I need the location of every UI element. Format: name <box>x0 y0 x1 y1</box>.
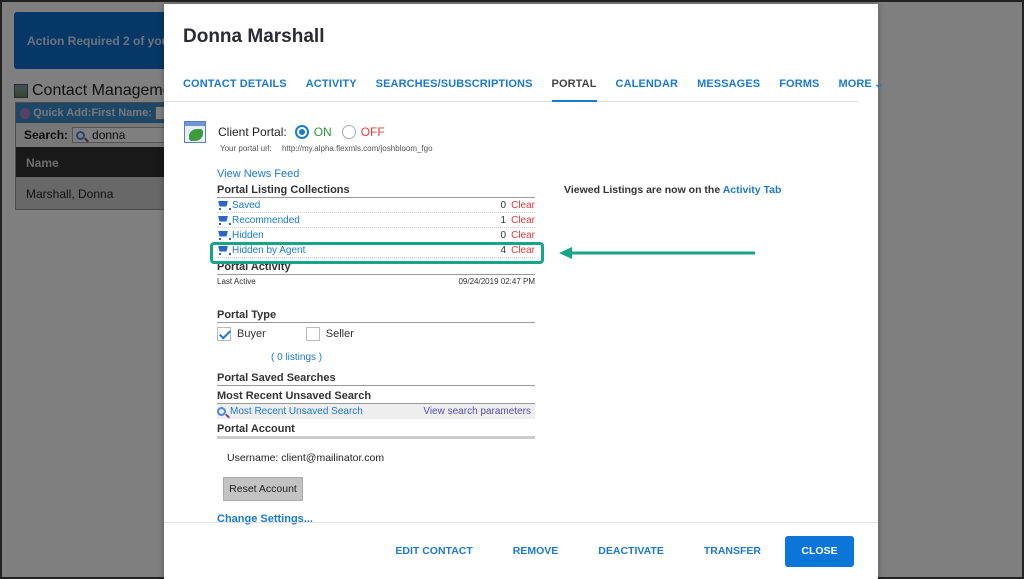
username-label: Username: <box>227 452 279 464</box>
portal-on-radio[interactable] <box>294 125 309 139</box>
view-news-feed-link[interactable]: View News Feed <box>217 168 535 180</box>
reset-account-button[interactable]: Reset Account <box>223 477 303 501</box>
modal-title: Donna Marshall <box>183 26 325 47</box>
buyer-checkbox[interactable] <box>217 327 231 341</box>
portal-url-value: http://my.alpha.flexmls.com/joshbloom_fg… <box>281 144 433 153</box>
portal-account-heading: Portal Account <box>217 423 535 439</box>
recent-unsaved-search-link[interactable]: Most Recent Unsaved Search <box>230 406 363 417</box>
tab-more[interactable]: MORE⌄ <box>838 68 885 101</box>
listings-link[interactable]: ( 0 listings ) <box>271 352 535 363</box>
highlight-box <box>210 242 544 264</box>
search-icon <box>217 407 226 416</box>
saved-searches-heading: Portal Saved Searches <box>217 372 535 386</box>
activity-tab-link[interactable]: Activity Tab <box>723 184 782 196</box>
tab-portal[interactable]: PORTAL <box>551 68 597 102</box>
tab-searches-subscriptions[interactable]: SEARCHES/SUBSCRIPTIONS <box>376 68 533 101</box>
portal-url-label: Your portal url: <box>220 144 272 153</box>
portal-type-heading: Portal Type <box>217 309 535 323</box>
tab-contact-details[interactable]: CONTACT DETAILS <box>183 68 287 101</box>
tab-bar: CONTACT DETAILS ACTIVITY SEARCHES/SUBSCR… <box>164 68 884 102</box>
buyer-label[interactable]: Buyer <box>237 328 266 340</box>
modal-footer: EDIT CONTACT REMOVE DEACTIVATE TRANSFER … <box>164 522 878 579</box>
collection-link[interactable]: Saved <box>232 200 501 211</box>
tab-calendar[interactable]: CALENDAR <box>616 68 679 101</box>
clear-button[interactable]: Clear <box>511 215 535 226</box>
portal-off-radio[interactable] <box>341 125 356 139</box>
deactivate-button[interactable]: DEACTIVATE <box>598 545 664 557</box>
recent-unsaved-row: Most Recent Unsaved Search View search p… <box>217 404 535 419</box>
chevron-down-icon: ⌄ <box>873 79 885 89</box>
seller-checkbox[interactable] <box>305 327 320 341</box>
transfer-button[interactable]: TRANSFER <box>704 545 761 557</box>
portal-content: Client Portal: ON OFF Your portal url: h… <box>164 104 878 525</box>
client-portal-icon <box>184 121 206 143</box>
collection-link[interactable]: Recommended <box>232 215 501 226</box>
tab-messages[interactable]: MESSAGES <box>697 68 760 101</box>
close-button[interactable]: CLOSE <box>785 535 854 567</box>
collection-row-hidden: Hidden 0 Clear <box>217 228 535 243</box>
tab-more-label: MORE <box>838 78 872 90</box>
cart-icon <box>217 231 231 240</box>
last-active-label: Last Active <box>217 277 256 286</box>
cart-icon <box>217 216 231 225</box>
collection-row-recommended: Recommended 1 Clear <box>217 213 535 228</box>
recent-unsaved-heading: Most Recent Unsaved Search <box>217 390 535 404</box>
username-value: client@mailinator.com <box>281 452 385 464</box>
collection-count: 1 <box>500 214 507 226</box>
collection-count: 0 <box>500 199 507 211</box>
clear-button[interactable]: Clear <box>511 230 535 241</box>
portal-type-options: Buyer Seller <box>217 326 535 342</box>
portal-on-label[interactable]: ON <box>314 125 332 139</box>
client-portal-label: Client Portal: <box>218 125 287 139</box>
collections-heading: Portal Listing Collections <box>217 184 535 198</box>
portal-details-column: View News Feed Portal Listing Collection… <box>217 168 535 525</box>
collection-count: 0 <box>500 229 507 241</box>
edit-contact-button[interactable]: EDIT CONTACT <box>395 545 472 557</box>
annotation-arrow-icon <box>559 247 755 259</box>
collection-link[interactable]: Hidden <box>232 230 501 241</box>
last-active-value: 09/24/2019 02:47 PM <box>458 277 535 286</box>
cart-icon <box>217 201 231 210</box>
tab-activity[interactable]: ACTIVITY <box>306 68 357 101</box>
viewed-listings-note: Viewed Listings are now on the Activity … <box>564 184 781 196</box>
portal-off-label[interactable]: OFF <box>361 125 385 139</box>
tab-forms[interactable]: FORMS <box>779 68 819 101</box>
seller-label[interactable]: Seller <box>326 328 354 340</box>
clear-button[interactable]: Clear <box>511 200 535 211</box>
contact-modal: Donna Marshall CONTACT DETAILS ACTIVITY … <box>164 4 884 579</box>
client-portal-toggle: Client Portal: ON OFF <box>218 125 385 139</box>
username-row: Username: client@mailinator.com <box>227 452 535 464</box>
remove-button[interactable]: REMOVE <box>513 545 559 557</box>
viewed-note-text: Viewed Listings are now on the <box>564 184 721 196</box>
portal-url: Your portal url: http://my.alpha.flexmls… <box>220 144 433 153</box>
collection-row-saved: Saved 0 Clear <box>217 198 535 213</box>
view-search-parameters-link[interactable]: View search parameters <box>423 406 531 417</box>
last-active-row: Last Active 09/24/2019 02:47 PM <box>217 277 535 286</box>
